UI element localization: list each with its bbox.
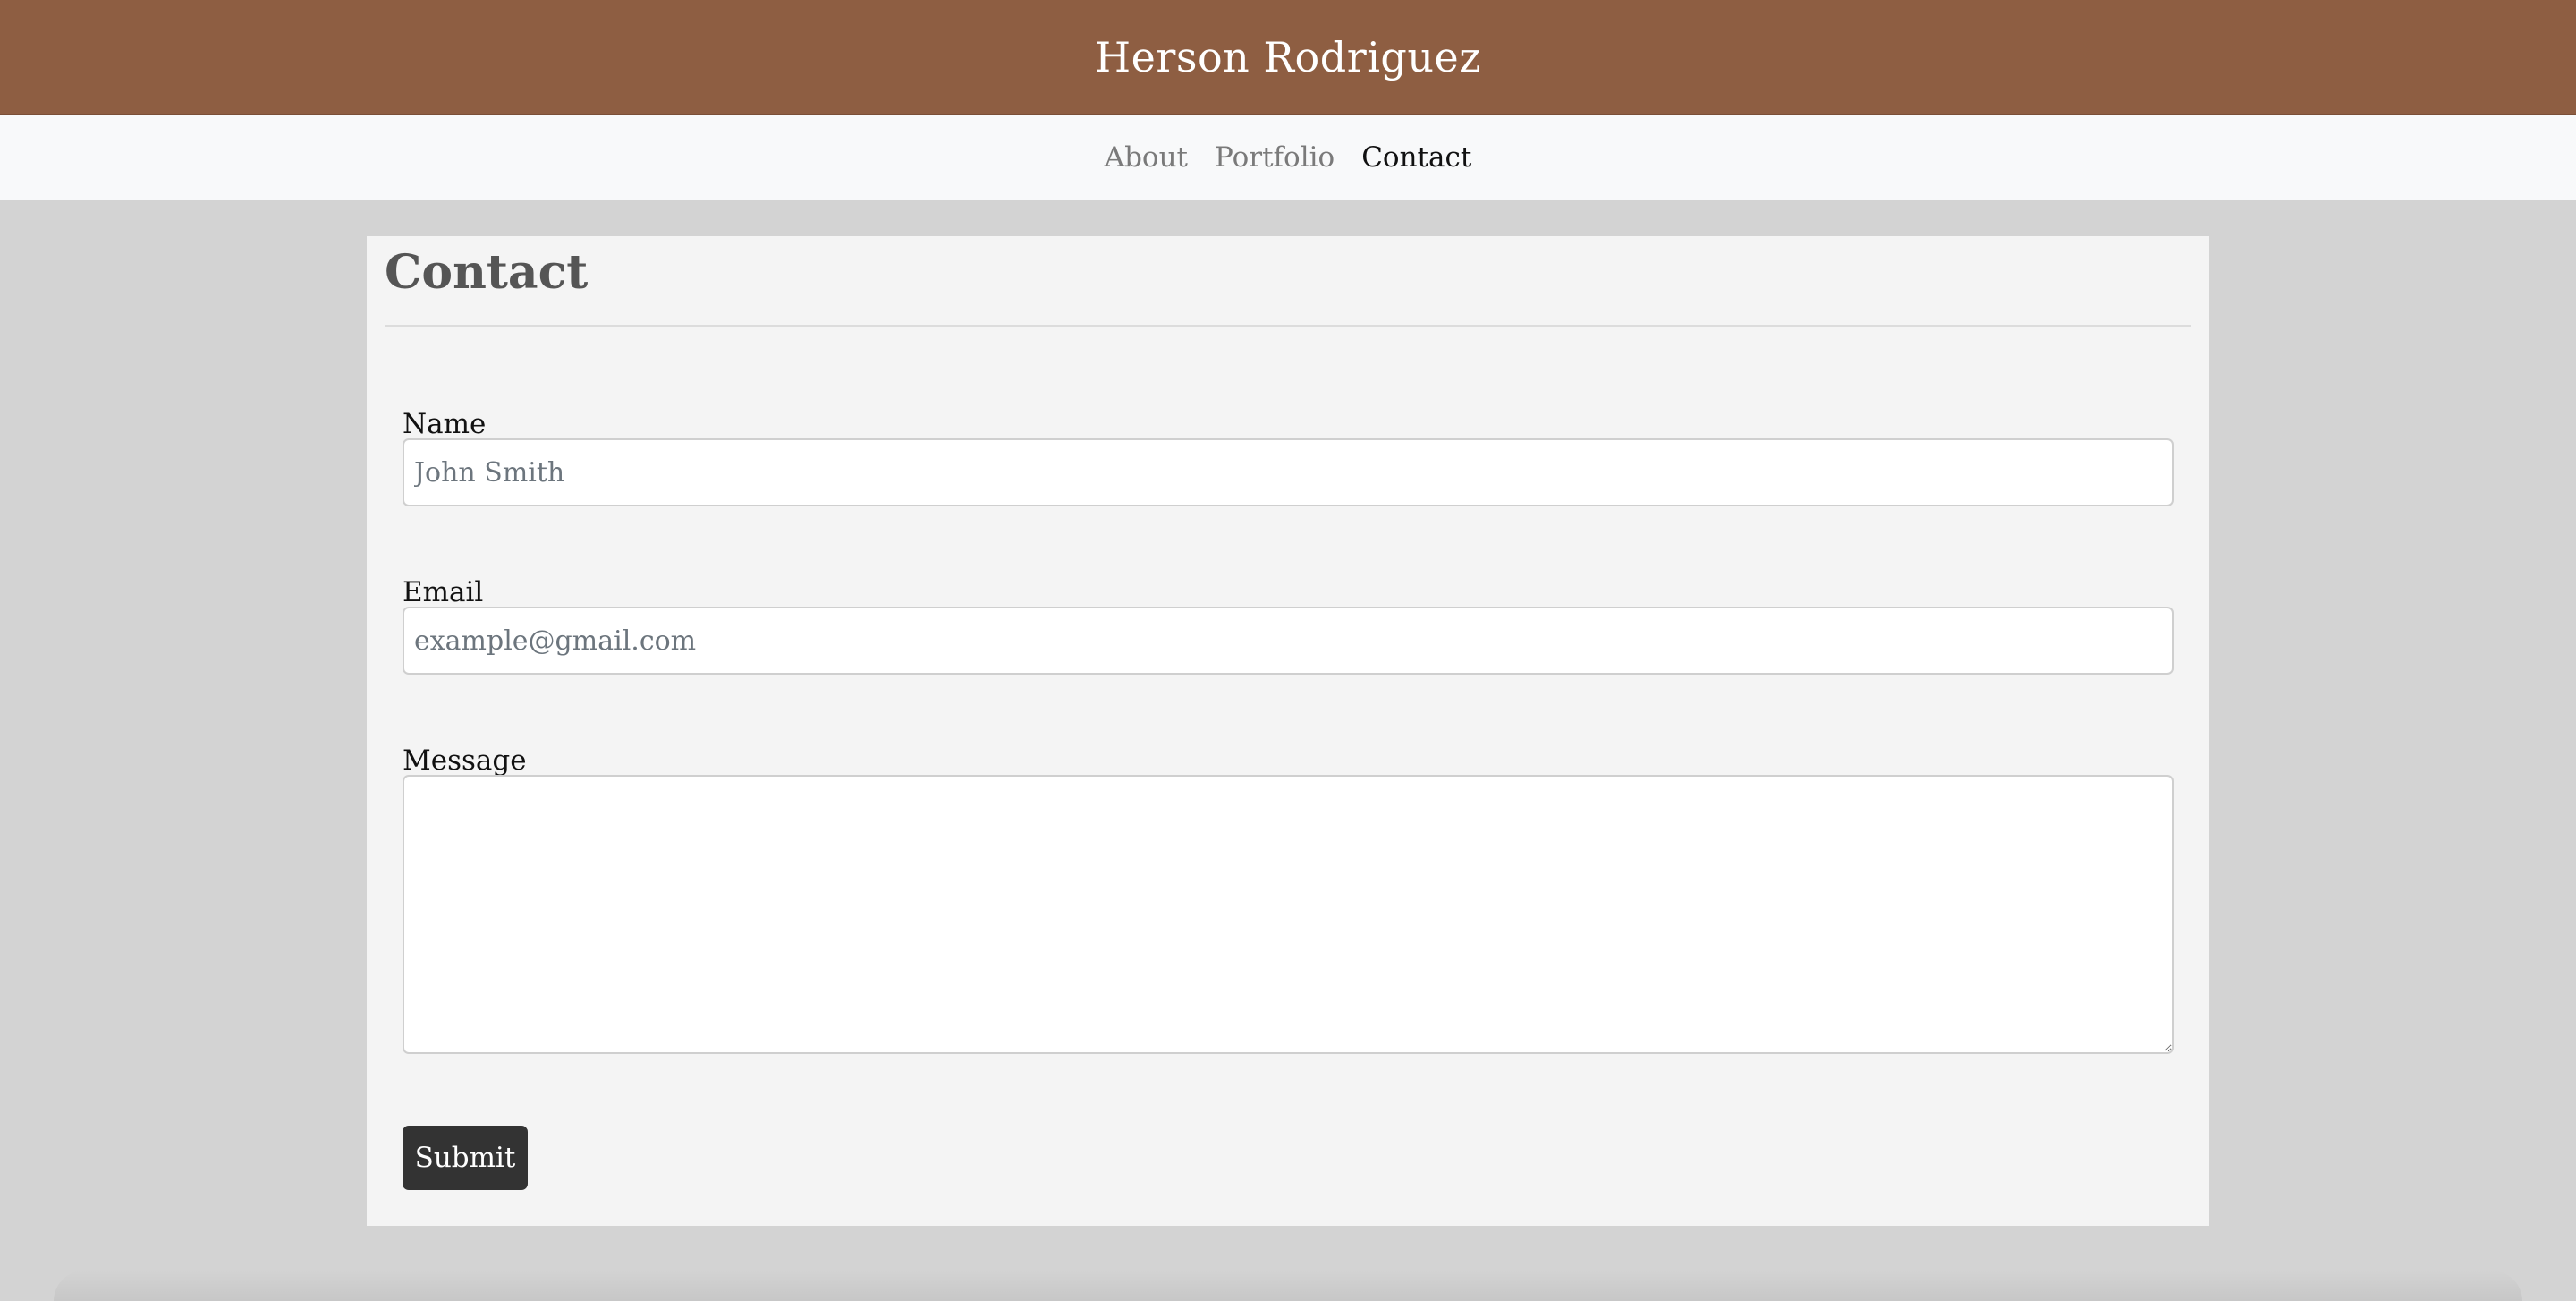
main-nav: About Portfolio Contact bbox=[0, 115, 2576, 200]
message-label: Message bbox=[402, 744, 527, 777]
nav-item-portfolio: Portfolio bbox=[1201, 141, 1348, 174]
site-header: Herson Rodriguez bbox=[0, 0, 2576, 115]
email-label: Email bbox=[402, 576, 484, 608]
submit-button[interactable]: Submit bbox=[402, 1126, 528, 1190]
page-title: Contact bbox=[385, 245, 589, 300]
bottom-shadow bbox=[54, 1271, 2522, 1301]
name-label: Name bbox=[402, 408, 487, 440]
nav-link-portfolio[interactable]: Portfolio bbox=[1201, 141, 1348, 174]
nav-item-contact: Contact bbox=[1348, 141, 1485, 174]
name-input[interactable] bbox=[402, 438, 2174, 506]
nav-item-about: About bbox=[1091, 141, 1201, 174]
message-textarea[interactable] bbox=[402, 775, 2174, 1054]
email-input[interactable] bbox=[402, 607, 2174, 675]
title-divider bbox=[385, 325, 2191, 327]
site-title: Herson Rodriguez bbox=[1095, 32, 1481, 81]
nav-link-about[interactable]: About bbox=[1091, 141, 1201, 174]
contact-card: Contact Name Email Message Submit bbox=[367, 236, 2209, 1226]
nav-list: About Portfolio Contact bbox=[1091, 141, 1486, 174]
nav-link-contact[interactable]: Contact bbox=[1348, 141, 1485, 174]
